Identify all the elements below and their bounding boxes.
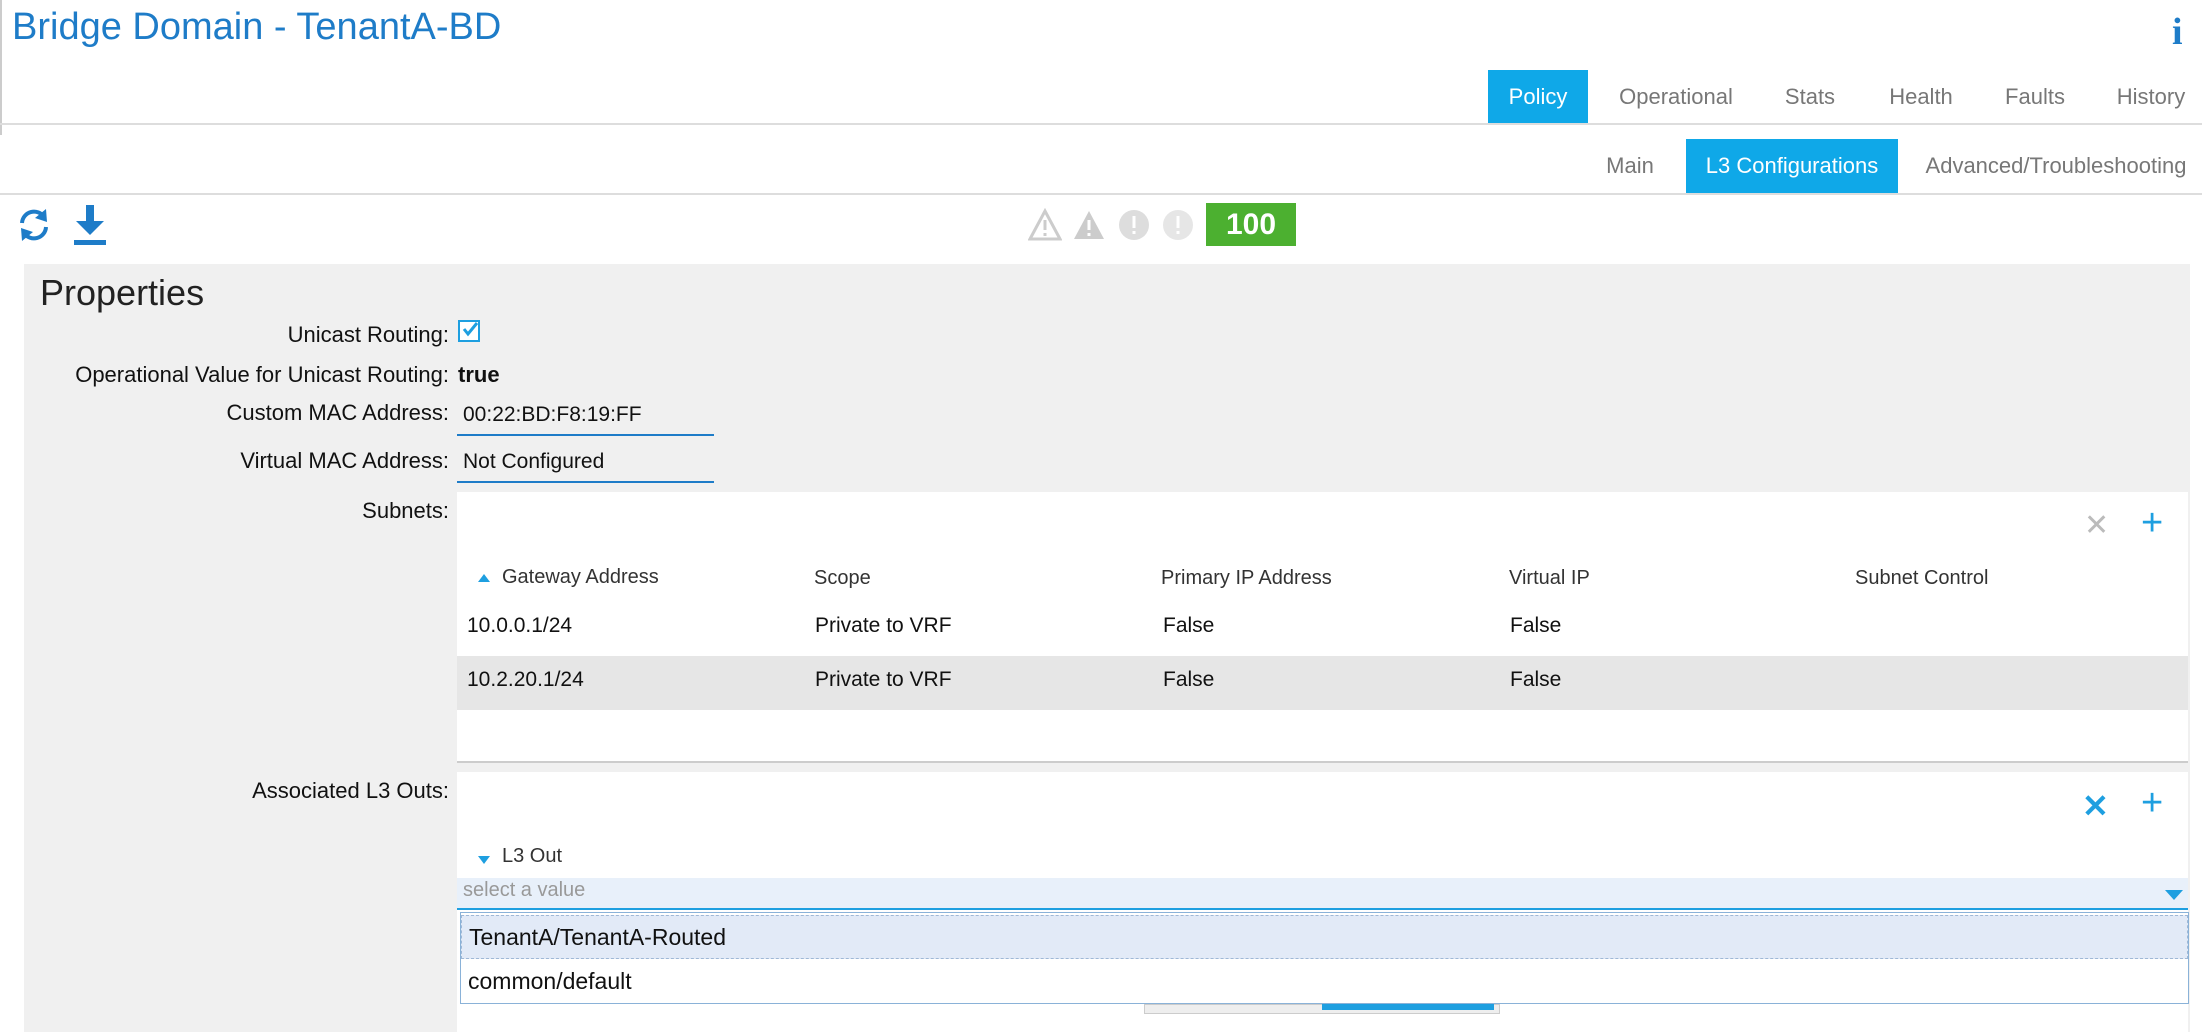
virtual-mac-label: Virtual MAC Address: [240, 448, 449, 473]
major-warning-icon [1072, 208, 1106, 247]
l3out-select-input[interactable] [457, 878, 2188, 910]
page-title: Bridge Domain - TenantA-BD [12, 6, 502, 48]
column-scope[interactable]: Scope [814, 567, 871, 590]
cell-gateway: 10.0.0.1/24 [467, 614, 573, 637]
custom-mac-label: Custom MAC Address: [226, 400, 449, 425]
subnets-label: Subnets: [362, 498, 449, 523]
operational-unicast-value: true [458, 362, 500, 387]
column-subnet-control[interactable]: Subnet Control [1855, 567, 1988, 590]
health-score-badge: 100 [1206, 203, 1296, 246]
delete-subnet-icon[interactable]: ✕ [2084, 510, 2109, 542]
left-border [0, 0, 2, 135]
cell-primary-ip: False [1163, 614, 1215, 637]
scrollbar-thumb[interactable] [1322, 1004, 1494, 1010]
dropdown-option[interactable]: TenantA/TenantA-Routed [461, 915, 2188, 959]
cell-scope: Private to VRF [815, 668, 952, 691]
refresh-icon[interactable] [14, 205, 54, 250]
subtabs-divider [0, 193, 2202, 195]
tab-history[interactable]: History [2102, 70, 2200, 123]
chevron-down-icon[interactable] [2164, 888, 2184, 906]
column-virtual-ip[interactable]: Virtual IP [1509, 567, 1590, 590]
download-icon[interactable] [70, 203, 110, 252]
column-gateway-address[interactable]: Gateway Address [502, 566, 659, 589]
tab-operational[interactable]: Operational [1606, 70, 1746, 123]
critical-warning-icon [1027, 207, 1063, 247]
tab-faults[interactable]: Faults [1990, 70, 2080, 123]
subtab-advanced-troubleshooting[interactable]: Advanced/Troubleshooting [1924, 139, 2188, 193]
custom-mac-field[interactable]: 00:22:BD:F8:19:FF [457, 396, 714, 436]
column-l3-out[interactable]: L3 Out [502, 845, 562, 868]
tab-health[interactable]: Health [1876, 70, 1966, 123]
tabs-divider [0, 123, 2202, 125]
info-alert-icon [1162, 209, 1194, 246]
sort-desc-icon[interactable] [477, 852, 491, 870]
minor-alert-icon [1118, 209, 1150, 246]
cell-gateway: 10.2.20.1/24 [467, 668, 584, 691]
add-l3out-icon[interactable]: + [2141, 784, 2163, 822]
virtual-mac-field[interactable]: Not Configured [457, 443, 714, 483]
cell-scope: Private to VRF [815, 614, 952, 637]
cell-virtual-ip: False [1510, 614, 1562, 637]
properties-title: Properties [40, 272, 205, 313]
column-primary-ip[interactable]: Primary IP Address [1161, 567, 1332, 590]
info-icon[interactable]: i [2172, 10, 2183, 54]
unicast-routing-checkbox[interactable] [458, 320, 480, 342]
cell-primary-ip: False [1163, 668, 1215, 691]
table-row[interactable] [457, 608, 2188, 656]
unicast-routing-label: Unicast Routing: [287, 322, 449, 347]
table-row[interactable] [457, 656, 2188, 710]
subtab-l3-configurations[interactable]: L3 Configurations [1686, 139, 1898, 193]
delete-l3out-icon[interactable]: ✕ [2082, 790, 2109, 822]
l3out-dropdown-list: TenantA/TenantA-Routed common/default [460, 912, 2189, 1004]
operational-unicast-label: Operational Value for Unicast Routing: [75, 362, 449, 387]
add-subnet-icon[interactable]: + [2141, 504, 2163, 542]
l3outs-label: Associated L3 Outs: [252, 778, 449, 803]
dropdown-option[interactable]: common/default [461, 959, 2188, 1003]
l3out-select-placeholder: select a value [463, 879, 586, 901]
tab-policy[interactable]: Policy [1488, 70, 1588, 123]
sort-asc-icon[interactable] [477, 570, 491, 588]
subtab-main[interactable]: Main [1590, 139, 1670, 193]
cell-virtual-ip: False [1510, 668, 1562, 691]
tab-stats[interactable]: Stats [1764, 70, 1856, 123]
